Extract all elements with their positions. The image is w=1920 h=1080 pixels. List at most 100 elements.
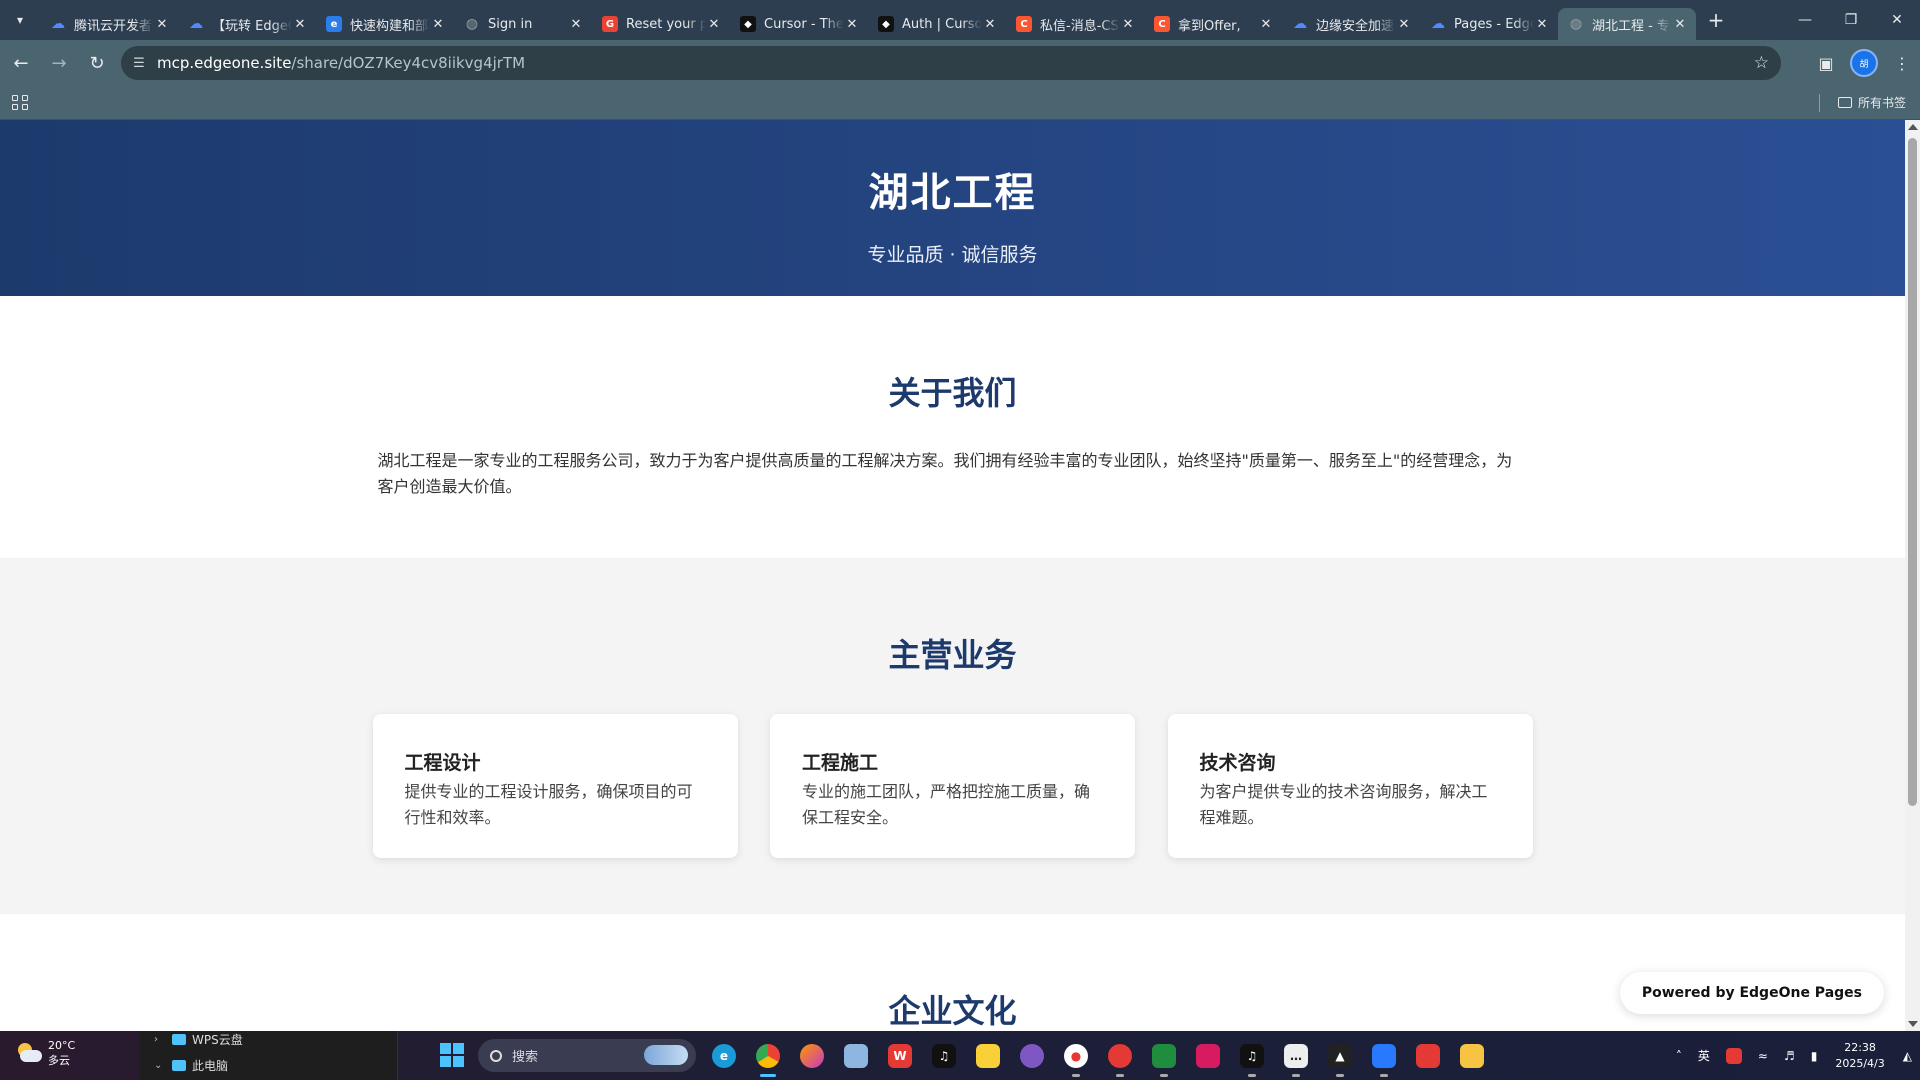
system-clock[interactable]: 22:38 2025/4/3 [1825, 1040, 1894, 1072]
explorer-item-this-pc[interactable]: ⌄ 此电脑 [154, 1057, 228, 1074]
taskbar-search[interactable]: 搜索 [478, 1039, 696, 1072]
site-info-icon[interactable]: ☰ [121, 56, 157, 71]
minimize-icon[interactable]: — [1782, 0, 1828, 40]
all-bookmarks-button[interactable]: 所有书签 [1837, 94, 1906, 111]
reload-button[interactable]: ↻ [80, 46, 114, 80]
hero-banner: 湖北工程 专业品质 · 诚信服务 [0, 120, 1905, 296]
back-button[interactable]: ← [4, 46, 38, 80]
browser-tab[interactable]: ☁ 【玩转 EdgeOne】✕ [178, 8, 316, 40]
browser-tab[interactable]: e 快速构建和部署✕ [316, 8, 454, 40]
browser-tab[interactable]: C 拿到Offer, ✕ [1144, 8, 1282, 40]
browser-tab[interactable]: ◍ Sign in ✕ [454, 8, 592, 40]
explorer-item-wps[interactable]: › WPS云盘 [154, 1031, 243, 1048]
tiktok-icon[interactable]: ♫ [926, 1038, 962, 1074]
url-host: mcp.edgeone.site [157, 54, 292, 72]
tab-title: Auth | Cursor [902, 16, 982, 32]
tab-close-icon[interactable]: ✕ [154, 16, 170, 32]
profile-avatar[interactable]: 胡 [1850, 49, 1878, 77]
extensions-icon[interactable]: ▣ [1808, 45, 1844, 81]
tab-close-icon[interactable]: ✕ [1120, 16, 1136, 32]
browser-tab[interactable]: C 私信-消息-CSDN✕ [1006, 8, 1144, 40]
code-app-icon[interactable] [1366, 1038, 1402, 1077]
edge-icon[interactable]: e [706, 1038, 742, 1074]
browser-tab[interactable]: G Reset your password✕ [592, 8, 730, 40]
window-controls: — ❐ ✕ [1782, 0, 1920, 40]
windows-taskbar: 20°C 多云 › WPS云盘 ⌄ 此电脑 搜索 e W ♫ ● ♫ … ▲ ˄… [0, 1031, 1920, 1080]
scroll-thumb[interactable] [1908, 138, 1917, 806]
system-tray: ˄ 英 ≈ ♬ ▮ 22:38 2025/4/3 ◭ [1668, 1031, 1920, 1080]
tab-close-icon[interactable]: ✕ [1672, 16, 1688, 32]
tab-close-icon[interactable]: ✕ [430, 16, 446, 32]
url-path: /share/dOZ7Key4cv8iikvg4jrTM [291, 54, 526, 72]
red-app-icon[interactable] [1410, 1038, 1446, 1074]
chat-app-icon[interactable]: … [1278, 1038, 1314, 1077]
tiktok-second-icon[interactable]: ♫ [1234, 1038, 1270, 1077]
chevron-right-icon: › [154, 1034, 158, 1045]
service-card-title: 工程设计 [404, 752, 481, 774]
tab-close-icon[interactable]: ✕ [568, 16, 584, 32]
sticky-notes-icon[interactable] [970, 1038, 1006, 1074]
tray-overflow-chevron-icon[interactable]: ˄ [1668, 1049, 1690, 1063]
browser-tab[interactable]: ◍ 湖北工程 - 专业✕ [1558, 8, 1696, 40]
chrome-icon[interactable] [750, 1038, 786, 1077]
computer-icon [172, 1060, 186, 1071]
ime-indicator[interactable]: 英 [1690, 1047, 1718, 1064]
cursor-app-icon[interactable]: ▲ [1322, 1038, 1358, 1077]
red-circle-app-icon[interactable]: ● [1058, 1038, 1094, 1077]
page-scrollbar[interactable] [1905, 120, 1920, 1031]
tab-close-icon[interactable]: ✕ [844, 16, 860, 32]
assistant-avatar-icon[interactable] [838, 1038, 874, 1074]
cursor-icon: ◆ [878, 16, 894, 32]
search-highlight-icon [644, 1045, 688, 1065]
tab-search-chevron-icon[interactable]: ▾ [0, 0, 40, 40]
tab-close-icon[interactable]: ✕ [1534, 16, 1550, 32]
notification-bell-icon[interactable]: ◭ [1895, 1049, 1920, 1063]
tab-close-icon[interactable]: ✕ [292, 16, 308, 32]
wps-icon[interactable]: W [882, 1038, 918, 1074]
url-text[interactable]: mcp.edgeone.site/share/dOZ7Key4cv8iikvg4… [157, 54, 525, 72]
volume-icon[interactable]: ♬ [1776, 1049, 1803, 1063]
firefox-icon[interactable] [794, 1038, 830, 1074]
tab-close-icon[interactable]: ✕ [706, 16, 722, 32]
scroll-up-icon[interactable] [1908, 124, 1918, 130]
google-icon: G [602, 16, 618, 32]
bookmarks-divider [1819, 94, 1820, 112]
powered-by-badge[interactable]: Powered by EdgeOne Pages [1619, 972, 1884, 1014]
netease-music-icon[interactable] [1102, 1038, 1138, 1077]
about-title: 关于我们 [888, 374, 1017, 412]
bookmarks-bar: 所有书签 [0, 86, 1920, 120]
windows-start-icon[interactable] [440, 1043, 464, 1067]
browser-tab[interactable]: ☁ 边缘安全加速平台✕ [1282, 8, 1420, 40]
grid-app-icon[interactable] [1190, 1038, 1226, 1074]
bookmark-star-icon[interactable]: ☆ [1754, 53, 1769, 73]
partly-cloudy-icon [16, 1042, 42, 1065]
page-viewport: 湖北工程 专业品质 · 诚信服务 关于我们 湖北工程是一家专业的工程服务公司，致… [0, 120, 1905, 1031]
restore-icon[interactable]: ❐ [1828, 0, 1874, 40]
tab-close-icon[interactable]: ✕ [982, 16, 998, 32]
close-window-icon[interactable]: ✕ [1874, 0, 1920, 40]
browser-tab[interactable]: ☁ Pages - EdgeOne✕ [1420, 8, 1558, 40]
sogou-ime-icon[interactable] [1718, 1047, 1750, 1064]
browser-tab[interactable]: ◆ Cursor - The AI Code Editor✕ [730, 8, 868, 40]
scroll-down-icon[interactable] [1908, 1021, 1918, 1027]
globe-icon: ◍ [1569, 16, 1583, 32]
service-card-title: 技术咨询 [1199, 752, 1276, 774]
cursor-icon: ◆ [740, 16, 756, 32]
tab-close-icon[interactable]: ✕ [1396, 16, 1412, 32]
apps-grid-icon[interactable] [9, 92, 31, 114]
forward-button[interactable]: → [42, 46, 76, 80]
browser-tab[interactable]: ☁ 腾讯云开发者社区✕ [40, 8, 178, 40]
wifi-icon[interactable]: ≈ [1750, 1049, 1776, 1063]
tab-close-icon[interactable]: ✕ [1258, 16, 1274, 32]
about-section: 关于我们 湖北工程是一家专业的工程服务公司，致力于为客户提供高质量的工程解决方案… [0, 296, 1905, 558]
browser-menu-icon[interactable]: ⋮ [1884, 45, 1920, 81]
weather-widget[interactable]: 20°C 多云 [16, 1039, 75, 1068]
new-tab-button[interactable]: + [1702, 6, 1730, 34]
terminal-app-icon[interactable] [1146, 1038, 1182, 1077]
tab-title: Pages - EdgeOne [1454, 16, 1534, 32]
file-explorer-icon[interactable] [1454, 1038, 1490, 1074]
battery-icon[interactable]: ▮ [1803, 1049, 1826, 1063]
purple-app-icon[interactable] [1014, 1038, 1050, 1074]
browser-tab[interactable]: ◆ Auth | Cursor ✕ [868, 8, 1006, 40]
address-bar[interactable]: ☰ mcp.edgeone.site/share/dOZ7Key4cv8iikv… [121, 46, 1781, 80]
